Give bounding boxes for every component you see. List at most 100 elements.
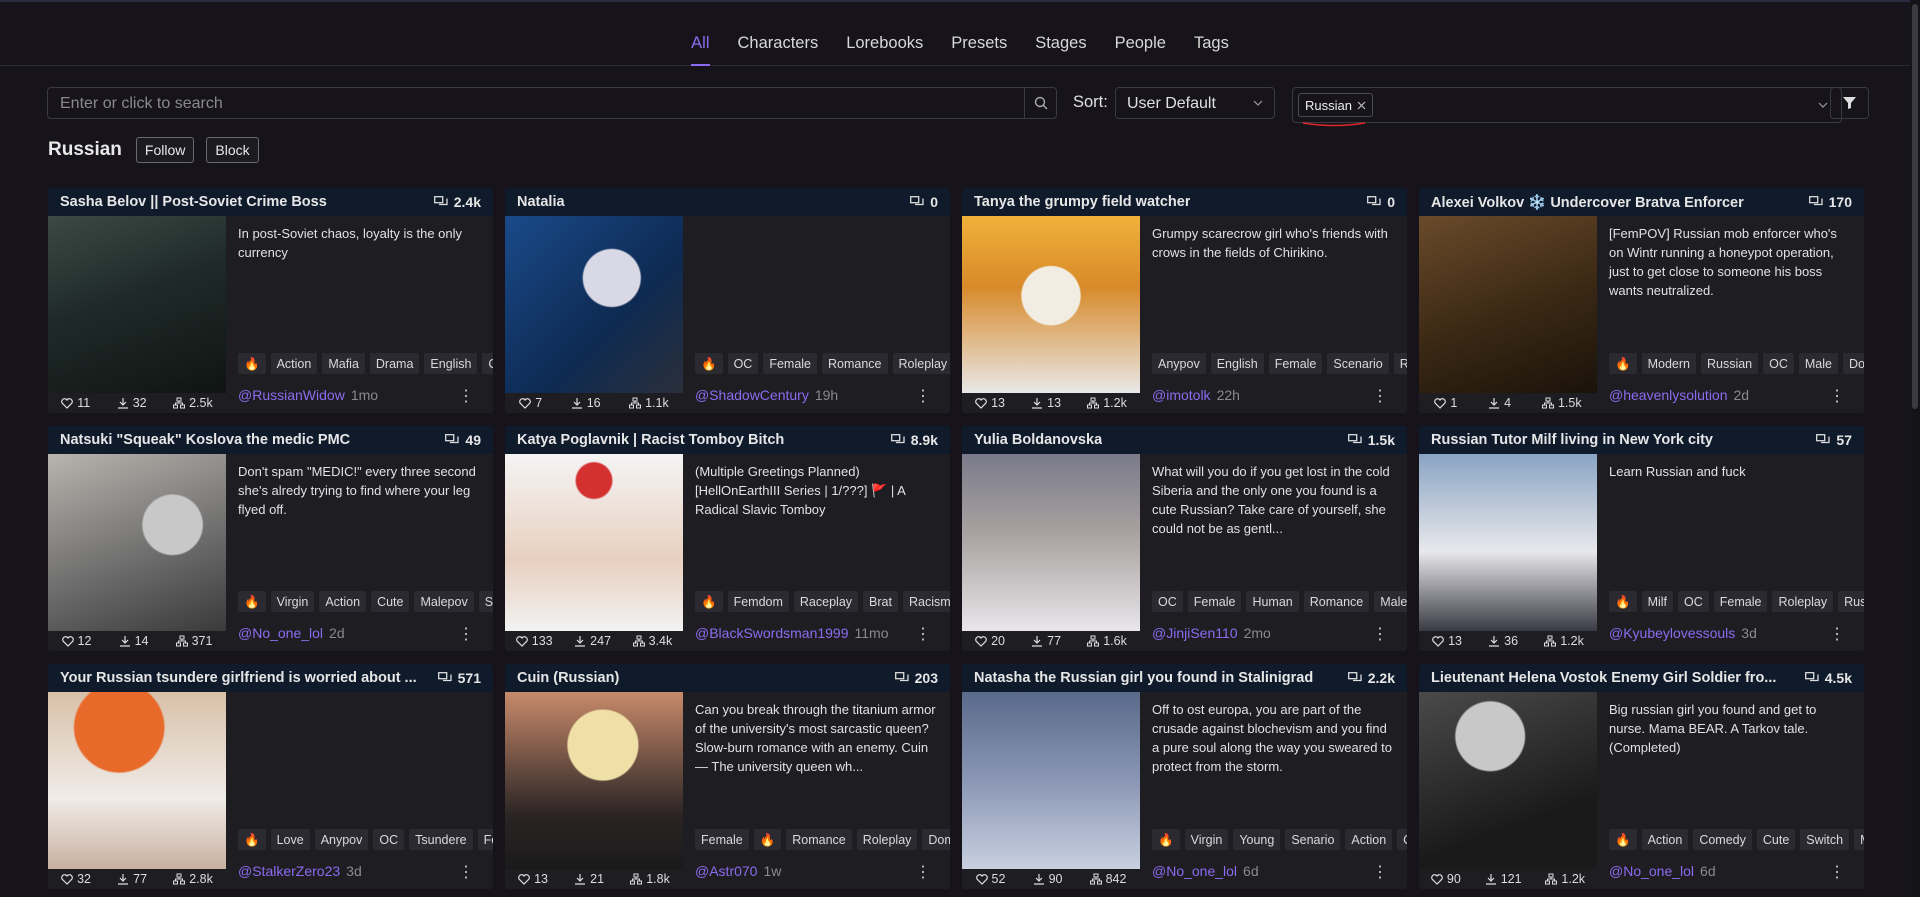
tag-chip[interactable]: Modern <box>1641 353 1696 374</box>
more-options-icon[interactable]: ⋮ <box>1829 386 1845 406</box>
author-name[interactable]: @No_one_lol <box>1609 863 1694 879</box>
tag-chip[interactable]: Drama <box>369 353 420 374</box>
character-avatar[interactable] <box>962 454 1140 631</box>
tag-chip[interactable]: Switch <box>1800 829 1850 850</box>
author-link[interactable]: @No_one_lol 2d <box>238 625 345 641</box>
character-card[interactable]: Your Russian tsundere girlfriend is worr… <box>48 664 493 889</box>
tag-chip[interactable]: Young <box>1233 829 1281 850</box>
more-options-icon[interactable]: ⋮ <box>915 386 931 406</box>
fire-tag[interactable]: 🔥 <box>1609 353 1637 374</box>
author-link[interactable]: @heavenlysolution 2d <box>1609 387 1749 403</box>
tag-chip[interactable]: Brat <box>863 591 898 612</box>
character-avatar[interactable] <box>505 216 683 393</box>
more-options-icon[interactable]: ⋮ <box>1372 862 1388 882</box>
tag-chip[interactable]: Anypov <box>314 829 369 850</box>
character-card[interactable]: Yulia Boldanovska 1.5k What will you do if… <box>962 426 1407 651</box>
author-name[interactable]: @ShadowCentury <box>695 387 809 403</box>
tag-chip[interactable]: Tsundere <box>409 829 473 850</box>
tag-chip[interactable]: Malepov <box>1374 591 1407 612</box>
card-title[interactable]: Yulia Boldanovska <box>974 432 1102 448</box>
author-link[interactable]: @ShadowCentury 19h <box>695 387 838 403</box>
tag-chip[interactable]: Cute <box>371 591 410 612</box>
author-name[interactable]: @RussianWidow <box>238 387 345 403</box>
card-title[interactable]: Natalia <box>517 194 565 210</box>
character-avatar[interactable] <box>505 454 683 631</box>
tab-presets[interactable]: Presets <box>951 14 1007 66</box>
author-name[interactable]: @BlackSwordsman1999 <box>695 625 849 641</box>
tag-chip[interactable]: OC <box>727 353 759 374</box>
card-title[interactable]: Alexei Volkov ❄️ Undercover Bratva Enfor… <box>1431 194 1744 211</box>
tag-chip[interactable]: Mafia <box>322 353 365 374</box>
tag-chip[interactable]: Female <box>695 829 749 850</box>
character-card[interactable]: Natasha the Russian girl you found in St… <box>962 664 1407 889</box>
tag-chip[interactable]: Roleplay <box>856 829 918 850</box>
character-avatar[interactable] <box>962 692 1140 869</box>
more-options-icon[interactable]: ⋮ <box>1372 386 1388 406</box>
author-link[interactable]: @StalkerZero23 3d <box>238 863 362 879</box>
follow-button[interactable]: Follow <box>135 137 195 163</box>
tag-chip[interactable]: Russian <box>1393 353 1407 374</box>
tab-people[interactable]: People <box>1115 14 1166 66</box>
card-title[interactable]: Cuin (Russian) <box>517 670 619 686</box>
author-link[interactable]: @JinjiSen110 2mo <box>1152 625 1271 641</box>
author-name[interactable]: @heavenlysolution <box>1609 387 1728 403</box>
tag-chip[interactable]: Virgin <box>270 591 315 612</box>
tag-chip[interactable]: Mo <box>1854 829 1864 850</box>
tag-filter-select[interactable]: Russian <box>1292 87 1842 127</box>
tag-chip[interactable]: Shooter <box>478 591 493 612</box>
fire-tag[interactable]: 🔥 <box>695 353 723 374</box>
more-options-icon[interactable]: ⋮ <box>458 624 474 644</box>
author-name[interactable]: @StalkerZero23 <box>238 863 340 879</box>
character-avatar[interactable] <box>1419 216 1597 393</box>
more-options-icon[interactable]: ⋮ <box>1829 862 1845 882</box>
tag-chip[interactable]: Action <box>270 353 318 374</box>
tag-chip[interactable]: Female <box>1713 591 1768 612</box>
tag-chip[interactable]: Love <box>270 829 310 850</box>
more-options-icon[interactable]: ⋮ <box>1829 624 1845 644</box>
author-name[interactable]: @Kyubeylovessouls <box>1609 625 1735 641</box>
tag-chip[interactable]: Female <box>1187 591 1242 612</box>
filter-button[interactable] <box>1830 87 1869 119</box>
tag-chip[interactable]: Anypov <box>1152 353 1206 374</box>
card-title[interactable]: Katya Poglavnik | Racist Tomboy Bitch <box>517 432 784 448</box>
tag-chip[interactable]: Virgin <box>1184 829 1229 850</box>
tag-chip[interactable]: Romance <box>822 353 888 374</box>
character-card[interactable]: Lieutenant Helena Vostok Enemy Girl Sold… <box>1419 664 1864 889</box>
character-avatar[interactable] <box>48 454 226 631</box>
tag-chip[interactable]: OC <box>1152 591 1183 612</box>
tag-chip[interactable]: Female <box>763 353 818 374</box>
more-options-icon[interactable]: ⋮ <box>458 862 474 882</box>
author-name[interactable]: @No_one_lol <box>1152 863 1237 879</box>
tag-chip[interactable]: Romance <box>786 829 852 850</box>
tag-chip[interactable]: Crime <box>482 353 493 374</box>
tag-chip[interactable]: Russian <box>1838 591 1864 612</box>
fire-tag[interactable]: 🔥 <box>238 353 266 374</box>
tag-chip[interactable]: OC <box>1763 353 1794 374</box>
tag-chip[interactable]: Femdom <box>727 591 789 612</box>
fire-tag[interactable]: 🔥 <box>1609 591 1637 612</box>
tag-chip[interactable]: Female <box>1268 353 1323 374</box>
card-title[interactable]: Tanya the grumpy field watcher <box>974 194 1190 210</box>
tag-chip[interactable]: Senario <box>1285 829 1341 850</box>
tag-chip[interactable]: Female <box>477 829 493 850</box>
character-card[interactable]: Natalia 0 🔥OCFemaleRomanceRoleplayPr 7 16 1.1… <box>505 188 950 413</box>
tag-chip[interactable]: Comedy <box>1693 829 1752 850</box>
author-link[interactable]: @BlackSwordsman1999 11mo <box>695 625 889 641</box>
fire-tag[interactable]: 🔥 <box>1152 829 1180 850</box>
author-link[interactable]: @No_one_lol 6d <box>1152 863 1259 879</box>
author-name[interactable]: @No_one_lol <box>238 625 323 641</box>
tag-chip[interactable]: Action <box>1345 829 1393 850</box>
tag-chip[interactable]: Human <box>1246 591 1299 612</box>
character-avatar[interactable] <box>505 692 683 869</box>
card-title[interactable]: Lieutenant Helena Vostok Enemy Girl Sold… <box>1431 670 1776 686</box>
search-input[interactable]: Enter or click to search <box>47 87 1025 119</box>
tag-chip[interactable]: Malepov <box>414 591 474 612</box>
card-title[interactable]: Your Russian tsundere girlfriend is worr… <box>60 670 417 686</box>
more-options-icon[interactable]: ⋮ <box>915 862 931 882</box>
fire-tag[interactable]: 🔥 <box>753 829 782 850</box>
tab-all[interactable]: All <box>691 14 710 66</box>
fire-tag[interactable]: 🔥 <box>238 591 266 612</box>
character-card[interactable]: Katya Poglavnik | Racist Tomboy Bitch 8.9… <box>505 426 950 651</box>
tag-chip[interactable]: English <box>1210 353 1264 374</box>
character-avatar[interactable] <box>48 216 226 393</box>
